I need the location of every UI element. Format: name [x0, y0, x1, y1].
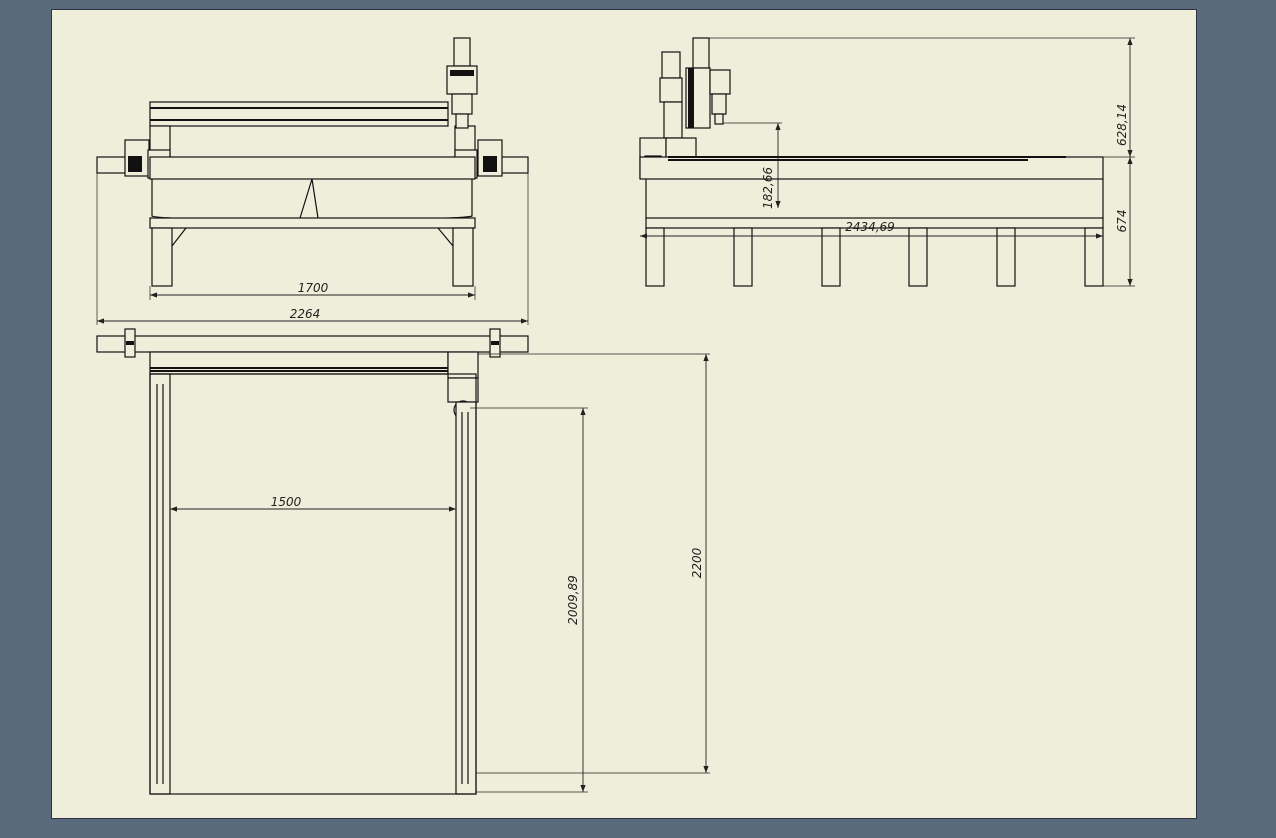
- dim-side-clearance: 182,66: [761, 167, 775, 209]
- dim-front-inner-width: 1700: [298, 281, 329, 295]
- front-view: 1700 2264: [96, 37, 529, 325]
- dim-side-top-height: 628,14: [1115, 104, 1129, 146]
- dim-side-length: 2434,69: [845, 220, 895, 234]
- dim-front-overall-width: 2264: [290, 307, 321, 321]
- dim-side-table-height: 674: [1115, 210, 1129, 233]
- dim-top-length: 2200: [690, 547, 704, 578]
- dim-top-travel: 2009,89: [566, 575, 580, 625]
- technical-drawing: 1700 2264 628,14 674 182,66 2434,69 1500…: [96, 37, 1135, 795]
- side-view: 628,14 674 182,66 2434,69: [639, 37, 1135, 287]
- top-view: 1500 2009,89 2200: [96, 328, 710, 795]
- dim-top-inner-width: 1500: [271, 495, 302, 509]
